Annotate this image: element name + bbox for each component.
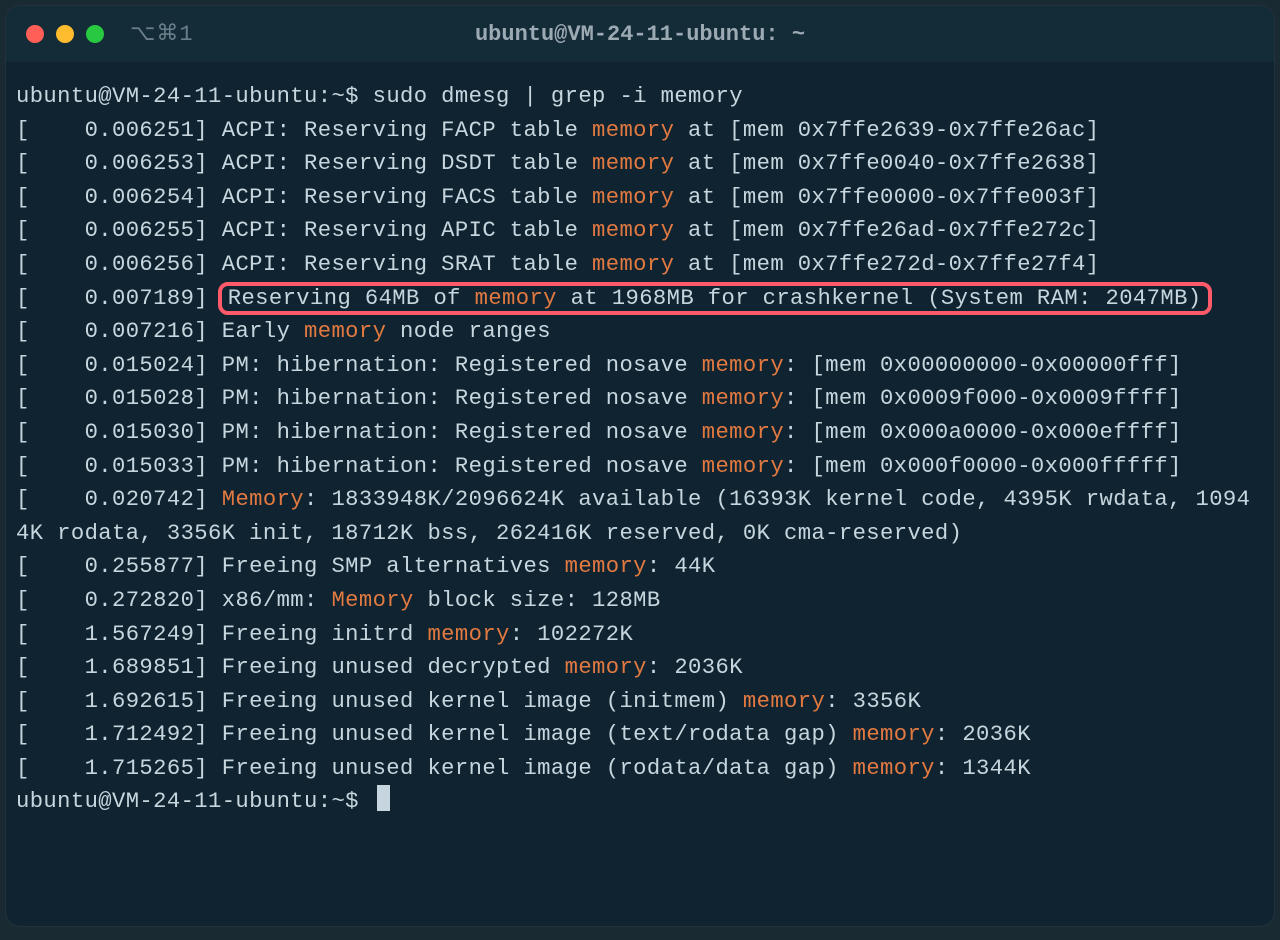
- timestamp: [ 0.006254]: [16, 185, 222, 210]
- output-line: [ 0.015028] PM: hibernation: Registered …: [16, 382, 1264, 416]
- prompt-line: ubuntu@VM-24-11-ubuntu:~$ sudo dmesg | g…: [16, 80, 1264, 114]
- prompt-path: ~: [331, 789, 345, 814]
- output-line: [ 0.015024] PM: hibernation: Registered …: [16, 349, 1264, 383]
- cursor: [377, 785, 390, 811]
- command-text: sudo dmesg | grep -i memory: [373, 84, 743, 109]
- titlebar: ⌥⌘1 ubuntu@VM-24-11-ubuntu: ~: [6, 6, 1274, 62]
- prompt-line: ubuntu@VM-24-11-ubuntu:~$: [16, 785, 1264, 819]
- terminal-window: ⌥⌘1 ubuntu@VM-24-11-ubuntu: ~ ubuntu@VM-…: [6, 6, 1274, 926]
- timestamp: [ 0.015033]: [16, 454, 222, 479]
- window-controls: [26, 25, 104, 43]
- output-line: [ 0.006255] ACPI: Reserving APIC table m…: [16, 214, 1264, 248]
- grep-match: memory: [702, 386, 784, 411]
- terminal-body[interactable]: ubuntu@VM-24-11-ubuntu:~$ sudo dmesg | g…: [6, 62, 1274, 829]
- minimize-icon[interactable]: [56, 25, 74, 43]
- grep-match: memory: [592, 118, 674, 143]
- grep-match: Memory: [331, 588, 413, 613]
- timestamp: [ 1.567249]: [16, 622, 222, 647]
- output-line: [ 1.689851] Freeing unused decrypted mem…: [16, 651, 1264, 685]
- timestamp: [ 0.015028]: [16, 386, 222, 411]
- output-line: [ 0.007189] Reserving 64MB of memory at …: [16, 282, 1264, 316]
- output-line: [ 1.692615] Freeing unused kernel image …: [16, 685, 1264, 719]
- grep-match: memory: [592, 151, 674, 176]
- prompt-path: ~: [331, 84, 345, 109]
- timestamp: [ 0.015030]: [16, 420, 222, 445]
- timestamp: [ 0.007216]: [16, 319, 222, 344]
- annotation-highlight: Reserving 64MB of memory at 1968MB for c…: [218, 282, 1212, 315]
- output-line: [ 0.020742] Memory: 1833948K/2096624K av…: [16, 483, 1264, 550]
- grep-match: memory: [702, 454, 784, 479]
- output-line: [ 1.715265] Freeing unused kernel image …: [16, 752, 1264, 786]
- output-line: [ 0.255877] Freeing SMP alternatives mem…: [16, 550, 1264, 584]
- output-line: [ 1.567249] Freeing initrd memory: 10227…: [16, 618, 1264, 652]
- timestamp: [ 0.006253]: [16, 151, 222, 176]
- timestamp: [ 1.715265]: [16, 756, 222, 781]
- zoom-icon[interactable]: [86, 25, 104, 43]
- timestamp: [ 0.015024]: [16, 353, 222, 378]
- grep-match: memory: [592, 185, 674, 210]
- grep-match: memory: [304, 319, 386, 344]
- output-line: [ 0.006256] ACPI: Reserving SRAT table m…: [16, 248, 1264, 282]
- grep-match: memory: [743, 689, 825, 714]
- prompt-userhost: ubuntu@VM-24-11-ubuntu: [16, 789, 318, 814]
- output-line: [ 0.006251] ACPI: Reserving FACP table m…: [16, 114, 1264, 148]
- grep-match: memory: [853, 756, 935, 781]
- timestamp: [ 0.007189]: [16, 286, 222, 311]
- output-line: [ 0.006253] ACPI: Reserving DSDT table m…: [16, 147, 1264, 181]
- tab-shortcut-hint: ⌥⌘1: [130, 21, 194, 47]
- close-icon[interactable]: [26, 25, 44, 43]
- window-title: ubuntu@VM-24-11-ubuntu: ~: [6, 22, 1274, 47]
- timestamp: [ 1.712492]: [16, 722, 222, 747]
- grep-match: memory: [702, 420, 784, 445]
- grep-match: memory: [853, 722, 935, 747]
- output-line: [ 0.006254] ACPI: Reserving FACS table m…: [16, 181, 1264, 215]
- grep-match: memory: [475, 286, 557, 311]
- timestamp: [ 1.692615]: [16, 689, 222, 714]
- grep-match: Memory: [222, 487, 304, 512]
- timestamp: [ 0.272820]: [16, 588, 222, 613]
- grep-match: memory: [592, 252, 674, 277]
- grep-match: memory: [427, 622, 509, 647]
- grep-match: memory: [565, 554, 647, 579]
- prompt-userhost: ubuntu@VM-24-11-ubuntu: [16, 84, 318, 109]
- timestamp: [ 0.006256]: [16, 252, 222, 277]
- timestamp: [ 1.689851]: [16, 655, 222, 680]
- prompt-symbol: $: [345, 789, 372, 814]
- output-line: [ 0.015033] PM: hibernation: Registered …: [16, 450, 1264, 484]
- timestamp: [ 0.006255]: [16, 218, 222, 243]
- prompt-symbol: $: [345, 84, 372, 109]
- output-line: [ 0.272820] x86/mm: Memory block size: 1…: [16, 584, 1264, 618]
- output-line: [ 1.712492] Freeing unused kernel image …: [16, 718, 1264, 752]
- timestamp: [ 0.006251]: [16, 118, 222, 143]
- output-line: [ 0.007216] Early memory node ranges: [16, 315, 1264, 349]
- grep-match: memory: [565, 655, 647, 680]
- output-line: [ 0.015030] PM: hibernation: Registered …: [16, 416, 1264, 450]
- grep-match: memory: [592, 218, 674, 243]
- timestamp: [ 0.020742]: [16, 487, 222, 512]
- grep-match: memory: [702, 353, 784, 378]
- timestamp: [ 0.255877]: [16, 554, 222, 579]
